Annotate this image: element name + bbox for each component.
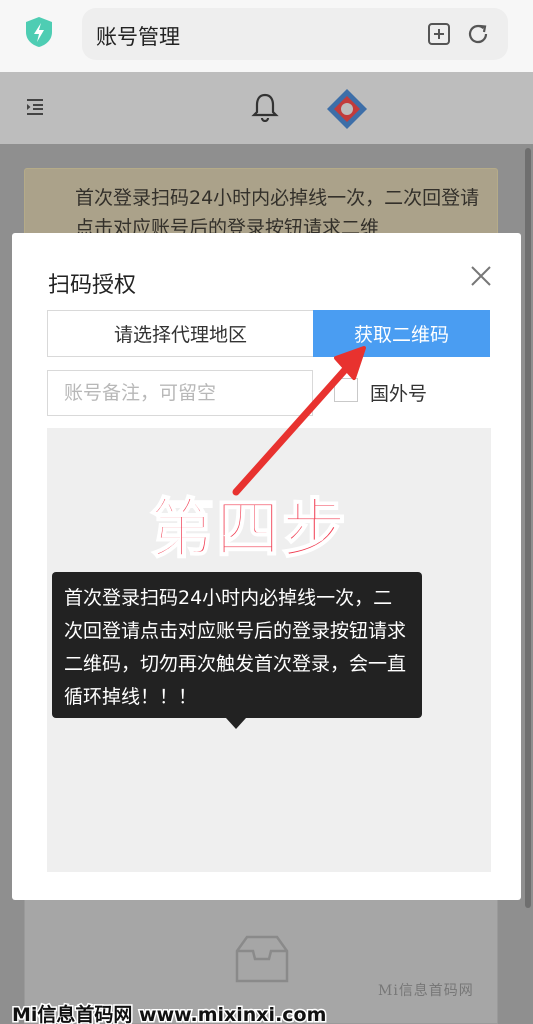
tooltip-arrow <box>226 718 246 729</box>
step-label: 第四步 <box>149 492 348 568</box>
watermark-small: Mi信息首码网 <box>378 983 474 999</box>
watermark-big: Mi信息首码网 www.mixinxi.com <box>10 1003 327 1024</box>
warning-tooltip: 首次登录扫码24小时内必掉线一次，二次回登请点击对应账号后的登录按钮请求二维码，… <box>52 572 422 718</box>
